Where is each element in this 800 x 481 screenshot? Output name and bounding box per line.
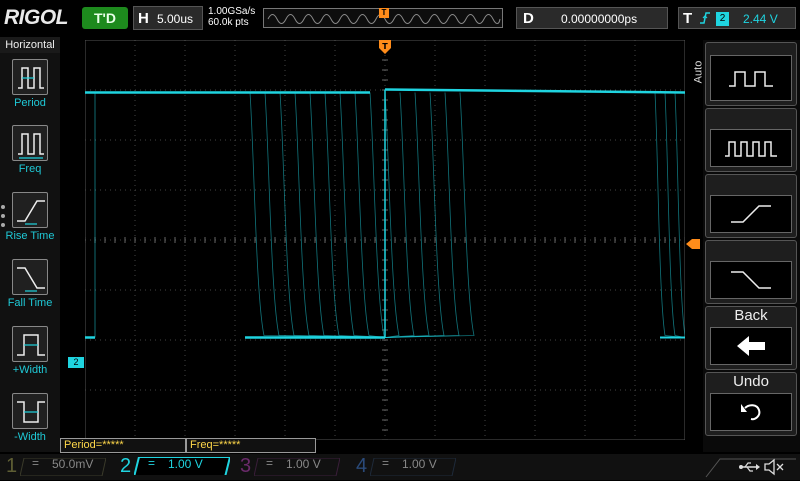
channel-1-scale: 50.0mV [52,457,94,471]
fall-time-icon [12,259,48,295]
menu-item-period[interactable]: Period [0,55,60,121]
back-label: Back [734,307,768,324]
menu-item-rise-time[interactable]: Rise Time [0,188,60,254]
auto-measure-panel: Auto Back Undo [692,40,800,452]
back-button[interactable]: Back [705,306,797,370]
channel-3-status[interactable]: 3 = 1.00 V [234,454,342,480]
rising-edge-icon [710,195,792,233]
undo-button[interactable]: Undo [705,372,797,436]
channel-2-scale: 1.00 V [168,457,203,471]
timebase-box[interactable]: H 5.00us [133,6,203,30]
undo-icon [710,393,792,431]
svg-text:T: T [382,42,388,51]
single-pulse-icon [710,55,792,101]
top-status-bar: RIGOL T'D H 5.00us 1.00GSa/s 60.0k pts T… [0,0,800,36]
timebase-value: 5.00us [157,12,194,26]
persistence-fall-edge [384,92,475,338]
menu-item-fall-time[interactable]: Fall Time [0,255,60,321]
persistence-fall-edge [384,92,400,338]
positive-width-icon [12,326,48,362]
persistence-fall-edge [279,92,386,338]
channel-4-scale: 1.00 V [402,457,437,471]
rise-time-icon [12,192,48,228]
delay-value: 0.00000000ps [561,12,638,26]
menu-item-label: Rise Time [5,230,55,242]
period-measurement[interactable]: Period=***** [60,438,186,453]
trigger-box[interactable]: T 2 2.44 V [678,7,796,29]
persistence-fall-edge [674,92,685,338]
channel-4-coupling: = [382,456,390,470]
freq-measurement[interactable]: Freq=***** [186,438,316,453]
single-pulse-button[interactable] [705,42,797,106]
channel-3-scale: 1.00 V [286,457,321,471]
menu-item-label: Fall Time [7,297,53,309]
horizontal-measure-menu: Horizontal Period Freq Rise Time Fall Ti… [0,37,60,452]
delay-box[interactable]: D 0.00000000ps [516,7,668,29]
memory-trigger-marker: T [379,8,389,18]
channel-2-status[interactable]: 2 = 1.00 V [108,454,230,480]
rigol-logo: RIGOL [4,6,69,29]
menu-item-positive-width[interactable]: +Width [0,322,60,388]
channel-4-number: 4 [356,455,368,477]
menu-item-freq[interactable]: Freq [0,121,60,187]
channel-1-coupling: = [32,456,40,470]
persistence-fall-edge [264,92,386,338]
persistence-fall-edge [654,92,685,338]
back-arrow-icon [710,327,792,365]
delay-key: D [523,10,534,27]
trigger-level-marker[interactable] [686,236,700,249]
pulse-train-icon [710,129,792,167]
persistence-fall-edge [384,92,430,338]
usb-icon [738,460,760,474]
persistence-fall-edge [339,92,386,338]
trigger-level: 2.44 V [743,12,778,26]
channel-2-offset-marker[interactable]: 2 [68,357,84,368]
falling-edge-icon [710,261,792,299]
undo-label: Undo [733,373,769,390]
speaker-mute-icon[interactable] [763,458,785,476]
menu-item-label: +Width [12,364,48,376]
menu-title: Horizontal [0,37,60,53]
channel-status-bar: 1 = 50.0mV 2 = 1.00 V 3 = 1.00 V 4 = 1.0… [0,454,800,480]
persistence-fall-edge [309,92,386,338]
panel-header: Auto [692,60,705,84]
trigger-channel: 2 [716,12,729,26]
rising-edge-button[interactable] [705,174,797,238]
sample-rate: 1.00GSa/s [208,6,256,17]
channel-1-status[interactable]: 1 = 50.0mV [0,454,108,480]
sample-rate-info: 1.00GSa/s 60.0k pts [208,6,255,28]
channel-2-coupling: = [148,456,156,470]
menu-item-negative-width[interactable]: -Width [0,389,60,455]
trigger-key: T [683,10,693,27]
frequency-icon [12,125,48,161]
memory-depth: 60.0k pts [208,17,249,28]
persistence-fall-edge [354,92,386,338]
timebase-key: H [138,10,149,27]
menu-item-label: Period [14,97,46,109]
waveform-display[interactable] [85,40,685,440]
persistence-fall-edge [384,92,415,338]
channel-3-number: 3 [240,455,252,477]
menu-item-label: Freq [18,163,42,175]
persistence-fall-edge [384,92,460,338]
negative-width-icon [12,393,48,429]
trigger-position-marker[interactable]: T [379,40,391,54]
persistence-fall-edge [324,92,386,338]
menu-item-label: -Width [14,431,46,443]
channel-1-number: 1 [6,455,18,477]
rising-edge-icon [699,11,711,28]
period-icon [12,59,48,95]
channel-3-coupling: = [266,456,274,470]
channel-4-status[interactable]: 4 = 1.00 V [350,454,458,480]
channel-2-number: 2 [120,455,132,477]
pulse-train-button[interactable] [705,108,797,172]
falling-edge-button[interactable] [705,240,797,304]
memory-overview-bar[interactable]: T [263,8,503,28]
persistence-fall-edge [369,92,386,338]
run-status-badge[interactable]: T'D [82,7,128,29]
channel-2-trace [85,88,685,339]
